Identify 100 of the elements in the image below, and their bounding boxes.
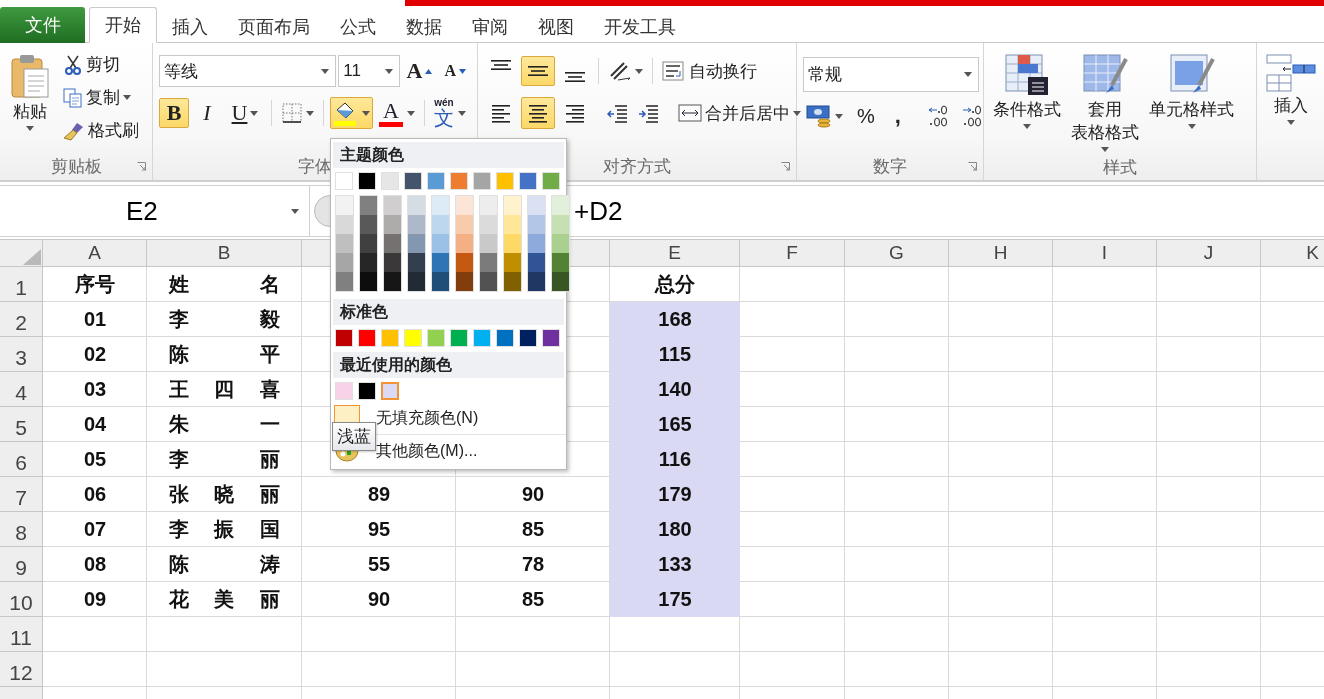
wrap-text-button[interactable]: 自动换行 [659,57,760,85]
color-swatch[interactable] [432,272,449,291]
menu-item[interactable]: 无填充颜色(N) [376,407,479,429]
paste-button[interactable]: 粘贴 [6,51,54,152]
row-header[interactable]: 2 [0,302,43,337]
color-swatch[interactable] [552,234,569,253]
row-header[interactable]: 1 [0,267,43,302]
insert-cells-button[interactable]: 插入 [1263,51,1319,152]
phonetic-guide-button[interactable]: wén 文 [431,96,469,130]
color-swatch[interactable] [480,272,497,291]
color-swatch[interactable] [408,272,425,291]
color-swatch[interactable] [504,234,521,253]
color-swatch[interactable] [408,215,425,234]
color-swatch[interactable] [480,215,497,234]
conditional-formatting-button[interactable]: 条件格式 [990,51,1064,154]
dialog-launcher-icon[interactable] [781,162,790,171]
color-swatch[interactable] [408,196,425,215]
row-header[interactable]: 5 [0,407,43,442]
font-color-button[interactable]: A [376,97,418,129]
file-tab[interactable]: 文件 [0,7,85,43]
name-box[interactable]: E2 [0,186,310,236]
cell-styles-button[interactable]: 单元格样式 [1146,51,1237,154]
row-header[interactable]: 6 [0,442,43,477]
color-swatch[interactable] [432,234,449,253]
color-swatch[interactable] [384,196,401,215]
ribbon-tab[interactable]: 公式 [325,10,391,43]
color-swatch[interactable] [336,234,353,253]
color-swatch[interactable] [504,215,521,234]
format-as-table-button[interactable]: 套用 表格格式 [1068,51,1142,154]
color-swatch[interactable] [336,215,353,234]
color-swatch[interactable] [384,253,401,272]
row-header[interactable]: 11 [0,617,43,652]
align-middle-button[interactable] [521,56,555,86]
currency-format-button[interactable] [803,102,846,130]
column-header[interactable]: A [43,240,147,267]
column-header[interactable]: I [1053,240,1157,267]
color-swatch[interactable] [408,234,425,253]
dialog-launcher-icon[interactable] [137,162,146,171]
column-header[interactable]: H [949,240,1053,267]
color-swatch[interactable] [432,196,449,215]
color-swatch[interactable] [456,215,473,234]
color-swatch[interactable] [336,196,353,215]
ribbon-tab[interactable]: 插入 [157,10,223,43]
color-swatch[interactable] [552,215,569,234]
column-header[interactable]: J [1157,240,1261,267]
number-format-field[interactable]: 常规 [803,57,979,92]
color-swatch[interactable] [504,196,521,215]
copy-button[interactable]: 复制 [60,84,142,111]
fill-color-button[interactable] [330,97,373,129]
color-swatch[interactable] [528,196,545,215]
color-swatch[interactable] [504,272,521,291]
color-swatch[interactable] [504,253,521,272]
ribbon-tab[interactable]: 审阅 [457,10,523,43]
bold-button[interactable]: B [159,98,189,128]
color-swatch[interactable] [456,196,473,215]
color-swatch[interactable] [528,234,545,253]
color-swatch[interactable] [552,272,569,291]
color-swatch[interactable] [336,253,353,272]
color-swatch[interactable] [360,196,377,215]
row-header[interactable]: 9 [0,547,43,582]
ribbon-tab[interactable]: 开发工具 [589,10,691,43]
dialog-launcher-icon[interactable] [968,162,977,171]
ribbon-tab[interactable]: 数据 [391,10,457,43]
color-swatch[interactable] [360,215,377,234]
percent-style-button[interactable]: % [850,103,882,129]
color-swatch[interactable] [384,234,401,253]
color-swatch[interactable] [432,253,449,272]
column-header[interactable]: G [845,240,949,267]
font-size-field[interactable]: 11 [338,55,400,87]
grow-font-button[interactable]: A [401,57,438,85]
format-painter-button[interactable]: 格式刷 [60,117,142,144]
row-header[interactable]: 3 [0,337,43,372]
column-header[interactable]: F [740,240,845,267]
shrink-font-button[interactable]: A [439,61,471,81]
color-swatch[interactable] [480,234,497,253]
color-swatch[interactable] [336,272,353,291]
row-header[interactable]: 7 [0,477,43,512]
color-swatch[interactable] [360,253,377,272]
comma-style-button[interactable]: , [885,102,910,130]
color-swatch[interactable] [480,196,497,215]
select-all-button[interactable] [0,240,43,267]
color-swatch[interactable] [552,253,569,272]
cut-button[interactable]: 剪切 [60,51,142,78]
column-header[interactable]: E [610,240,740,267]
ribbon-tab[interactable]: 页面布局 [223,10,325,43]
row-header[interactable]: 12 [0,652,43,687]
color-swatch[interactable] [381,382,399,400]
color-swatch[interactable] [384,215,401,234]
align-center-button[interactable] [521,97,555,129]
color-swatch[interactable] [384,272,401,291]
merge-center-button[interactable]: 合并后居中 [675,99,804,127]
color-swatch[interactable] [456,234,473,253]
column-header[interactable]: B [147,240,302,267]
color-swatch[interactable] [528,253,545,272]
menu-item[interactable]: 其他颜色(M)... [376,440,478,462]
row-header[interactable]: 10 [0,582,43,617]
italic-button[interactable]: I [192,98,222,128]
font-name-field[interactable]: 等线 [159,55,337,87]
row-header[interactable]: 4 [0,372,43,407]
color-swatch[interactable] [528,272,545,291]
